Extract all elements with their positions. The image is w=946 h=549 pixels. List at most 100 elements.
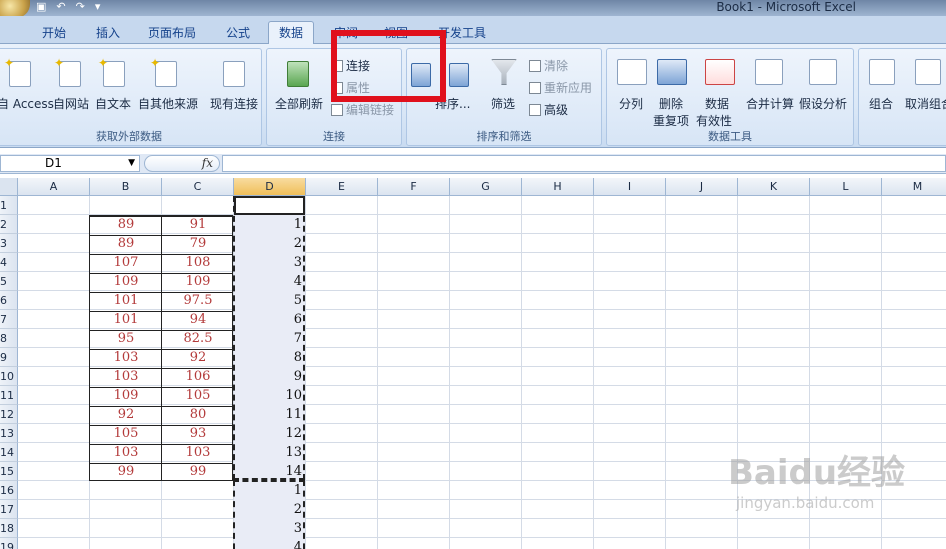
cell-d4[interactable]: 3 — [234, 253, 306, 272]
cell-d8[interactable]: 7 — [234, 329, 306, 348]
row-header-13[interactable]: 13 — [0, 424, 18, 443]
cell-c5[interactable]: 109 — [162, 272, 234, 291]
cell-d15[interactable]: 14 — [234, 462, 306, 481]
cell-c7[interactable]: 94 — [162, 310, 234, 329]
from-other-sources-button[interactable]: 自其他来源 — [138, 95, 198, 112]
cell-c14[interactable]: 103 — [162, 443, 234, 462]
row-header-8[interactable]: 8 — [0, 329, 18, 348]
cell-c10[interactable]: 106 — [162, 367, 234, 386]
refresh-all-button[interactable]: 全部刷新 — [275, 95, 323, 112]
cell-b14[interactable]: 103 — [90, 443, 162, 462]
consolidate-button[interactable]: 合并计算 — [746, 95, 794, 112]
cell-b3[interactable]: 89 — [90, 234, 162, 253]
cell-c13[interactable]: 93 — [162, 424, 234, 443]
redo-icon[interactable]: ↷ — [76, 0, 85, 13]
row-header-11[interactable]: 11 — [0, 386, 18, 405]
row-header-6[interactable]: 6 — [0, 291, 18, 310]
cell-d7[interactable]: 6 — [234, 310, 306, 329]
column-header-i[interactable]: I — [594, 178, 666, 196]
cell-b8[interactable]: 95 — [90, 329, 162, 348]
from-text-button[interactable]: 自文本 — [95, 95, 131, 112]
row-header-3[interactable]: 3 — [0, 234, 18, 253]
cell-c2[interactable]: 91 — [162, 215, 234, 234]
cell-d19[interactable]: 4 — [234, 538, 306, 549]
row-header-19[interactable]: 19 — [0, 538, 18, 549]
formula-input[interactable] — [222, 155, 946, 172]
row-header-17[interactable]: 17 — [0, 500, 18, 519]
undo-icon[interactable]: ↶ — [56, 0, 65, 13]
fx-icon[interactable]: fx — [202, 156, 213, 170]
cell-d13[interactable]: 12 — [234, 424, 306, 443]
cell-c8[interactable]: 82.5 — [162, 329, 234, 348]
cell-d9[interactable]: 8 — [234, 348, 306, 367]
cell-b9[interactable]: 103 — [90, 348, 162, 367]
cell-b4[interactable]: 107 — [90, 253, 162, 272]
cell-c12[interactable]: 80 — [162, 405, 234, 424]
name-box[interactable]: D1 ▼ — [0, 155, 140, 172]
cell-d10[interactable]: 9 — [234, 367, 306, 386]
column-header-k[interactable]: K — [738, 178, 810, 196]
cell-b12[interactable]: 92 — [90, 405, 162, 424]
column-header-h[interactable]: H — [522, 178, 594, 196]
tab-formulas[interactable]: 公式 — [226, 24, 250, 41]
cell-d17[interactable]: 2 — [234, 500, 306, 519]
cell-d3[interactable]: 2 — [234, 234, 306, 253]
cell-b5[interactable]: 109 — [90, 272, 162, 291]
tab-page-layout[interactable]: 页面布局 — [148, 24, 196, 41]
cell-b11[interactable]: 109 — [90, 386, 162, 405]
cell-d2[interactable]: 1 — [234, 215, 306, 234]
active-cell-d1[interactable] — [234, 196, 305, 215]
sort-za-icon[interactable] — [449, 63, 469, 87]
advanced-button[interactable]: 高级 — [529, 101, 568, 118]
row-header-18[interactable]: 18 — [0, 519, 18, 538]
remove-duplicates-button[interactable]: 删除 — [659, 95, 683, 112]
column-header-d[interactable]: D — [234, 178, 306, 196]
row-header-4[interactable]: 4 — [0, 253, 18, 272]
cell-b2[interactable]: 89 — [90, 215, 162, 234]
column-header-l[interactable]: L — [810, 178, 882, 196]
row-header-9[interactable]: 9 — [0, 348, 18, 367]
cell-c9[interactable]: 92 — [162, 348, 234, 367]
row-header-1[interactable]: 1 — [0, 196, 18, 215]
tab-insert[interactable]: 插入 — [96, 24, 120, 41]
cell-d14[interactable]: 13 — [234, 443, 306, 462]
cell-d11[interactable]: 10 — [234, 386, 306, 405]
row-header-15[interactable]: 15 — [0, 462, 18, 481]
cell-c3[interactable]: 79 — [162, 234, 234, 253]
cell-d5[interactable]: 4 — [234, 272, 306, 291]
row-header-2[interactable]: 2 — [0, 215, 18, 234]
cell-c6[interactable]: 97.5 — [162, 291, 234, 310]
cell-c15[interactable]: 99 — [162, 462, 234, 481]
row-header-14[interactable]: 14 — [0, 443, 18, 462]
row-header-16[interactable]: 16 — [0, 481, 18, 500]
row-header-5[interactable]: 5 — [0, 272, 18, 291]
tab-home[interactable]: 开始 — [42, 24, 66, 41]
cell-c4[interactable]: 108 — [162, 253, 234, 272]
edit-links-button[interactable]: 编辑链接 — [331, 101, 394, 118]
row-header-10[interactable]: 10 — [0, 367, 18, 386]
group-button[interactable]: 组合 — [869, 95, 893, 112]
select-all-corner[interactable] — [0, 178, 18, 196]
cell-b15[interactable]: 99 — [90, 462, 162, 481]
cell-b7[interactable]: 101 — [90, 310, 162, 329]
name-box-dropdown-icon[interactable]: ▼ — [128, 156, 135, 171]
column-header-b[interactable]: B — [90, 178, 162, 196]
cell-d6[interactable]: 5 — [234, 291, 306, 310]
data-validation-button[interactable]: 数据 — [705, 95, 729, 112]
cell-b10[interactable]: 103 — [90, 367, 162, 386]
clear-button[interactable]: 清除 — [529, 57, 568, 74]
column-header-f[interactable]: F — [378, 178, 450, 196]
from-access-button[interactable]: 自 Access — [0, 95, 54, 112]
column-header-a[interactable]: A — [18, 178, 90, 196]
column-header-g[interactable]: G — [450, 178, 522, 196]
cell-b13[interactable]: 105 — [90, 424, 162, 443]
cell-d16[interactable]: 1 — [234, 481, 306, 500]
cell-d12[interactable]: 11 — [234, 405, 306, 424]
cell-c11[interactable]: 105 — [162, 386, 234, 405]
filter-button[interactable]: 筛选 — [491, 95, 515, 112]
column-header-j[interactable]: J — [666, 178, 738, 196]
cell-b6[interactable]: 101 — [90, 291, 162, 310]
column-header-e[interactable]: E — [306, 178, 378, 196]
row-header-7[interactable]: 7 — [0, 310, 18, 329]
row-header-12[interactable]: 12 — [0, 405, 18, 424]
